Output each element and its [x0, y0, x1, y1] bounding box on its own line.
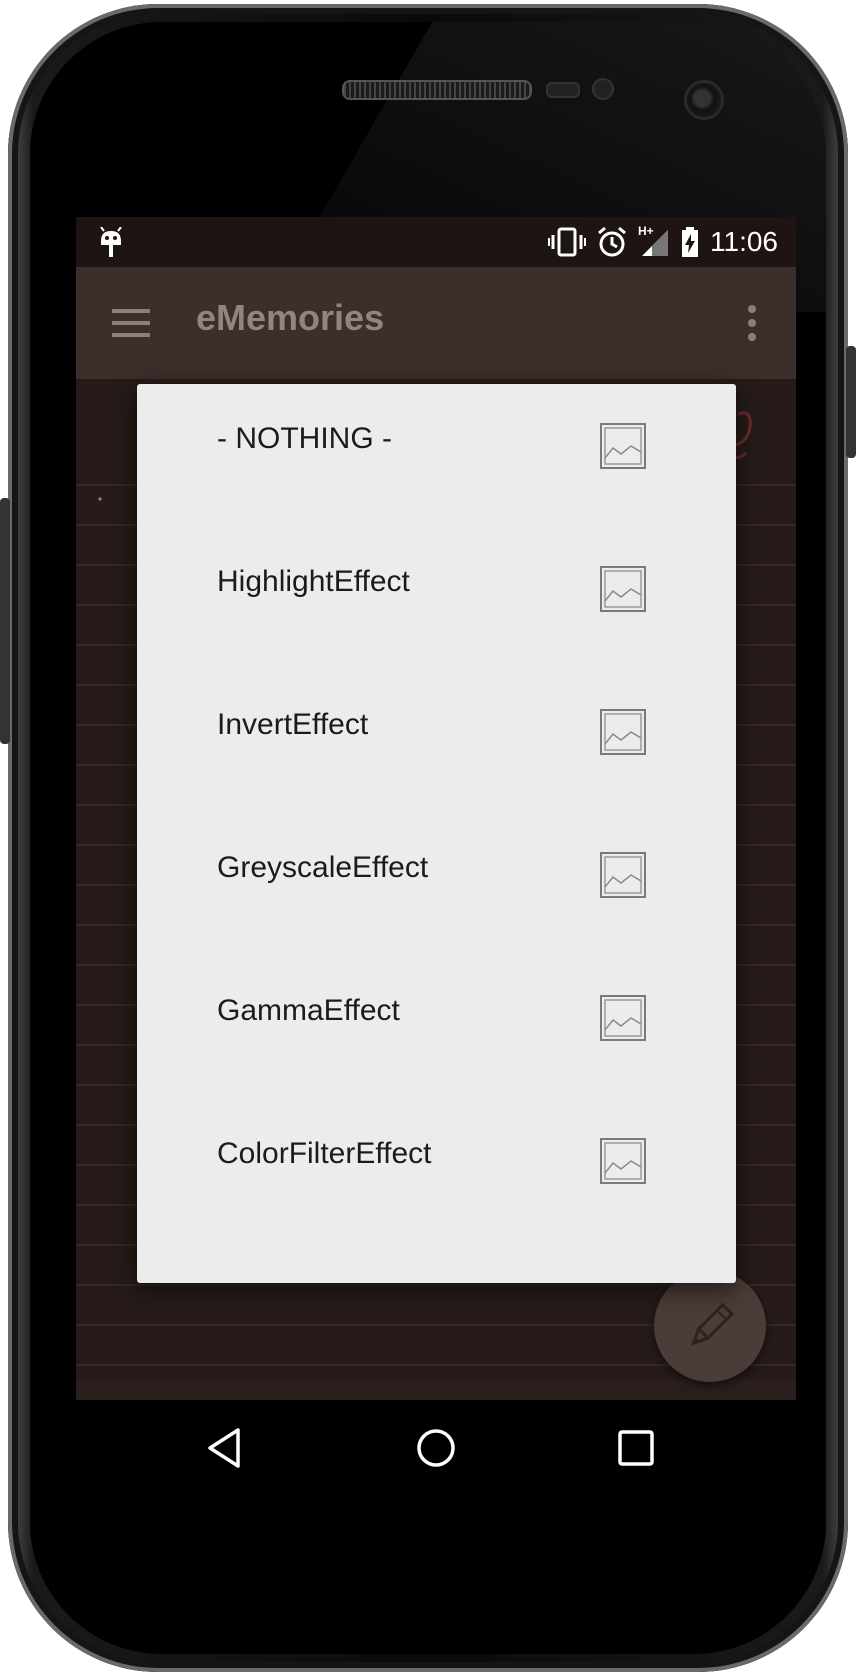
status-bar: H+ 11:06: [76, 217, 796, 267]
overflow-menu-icon[interactable]: [748, 305, 756, 341]
alarm-icon: [598, 226, 626, 257]
effect-label: InvertEffect: [217, 708, 369, 741]
cell-signal: H+: [638, 224, 670, 258]
effect-item-nothing[interactable]: - NOTHING -: [137, 384, 736, 527]
effect-item-greyscale[interactable]: GreyscaleEffect: [137, 813, 736, 956]
edit-fab[interactable]: [654, 1270, 766, 1382]
app-bar: eMemories: [76, 267, 796, 379]
effect-picker-dialog: - NOTHING - HighlightEffect InvertEffect: [137, 384, 736, 1283]
image-placeholder-icon: [600, 423, 646, 469]
proximity-sensor: [546, 82, 580, 98]
navigation-bar: [76, 1400, 796, 1496]
volume-button: [0, 498, 10, 744]
front-camera: [684, 80, 724, 120]
battery-charging-icon: [682, 227, 698, 257]
light-sensor: [592, 78, 614, 100]
app-title: eMemories: [196, 297, 385, 338]
effect-item-gamma[interactable]: GammaEffect: [137, 956, 736, 1099]
image-placeholder-icon: [600, 709, 646, 755]
android-debug-icon: [100, 227, 122, 257]
effect-label: ColorFilterEffect: [217, 1137, 432, 1170]
effect-label: - NOTHING -: [217, 422, 392, 455]
effect-label: GammaEffect: [217, 994, 400, 1027]
back-button[interactable]: [202, 1424, 250, 1472]
menu-icon[interactable]: [112, 309, 150, 337]
text-cursor-dot: [98, 497, 102, 501]
phone-frame: H+ 11:06 eMemories - NOTHING - Highlight…: [0, 4, 856, 1672]
image-placeholder-icon: [600, 1138, 646, 1184]
effect-item-color-filter[interactable]: ColorFilterEffect: [137, 1099, 736, 1242]
effect-label: GreyscaleEffect: [217, 851, 429, 884]
earpiece-speaker: [342, 80, 532, 100]
image-placeholder-icon: [600, 995, 646, 1041]
status-time: 11:06: [710, 226, 778, 257]
effect-item-highlight[interactable]: HighlightEffect: [137, 527, 736, 670]
recents-button[interactable]: [612, 1424, 660, 1472]
home-button[interactable]: [412, 1424, 460, 1472]
power-button: [846, 346, 856, 458]
status-icons: H+ 11:06: [548, 224, 778, 259]
image-placeholder-icon: [600, 852, 646, 898]
effect-item-invert[interactable]: InvertEffect: [137, 670, 736, 813]
effect-label: HighlightEffect: [217, 565, 410, 598]
vibrate-icon: [548, 227, 586, 257]
pencil-icon: [690, 1302, 735, 1346]
image-placeholder-icon: [600, 566, 646, 612]
network-type-label: H+: [638, 224, 654, 238]
